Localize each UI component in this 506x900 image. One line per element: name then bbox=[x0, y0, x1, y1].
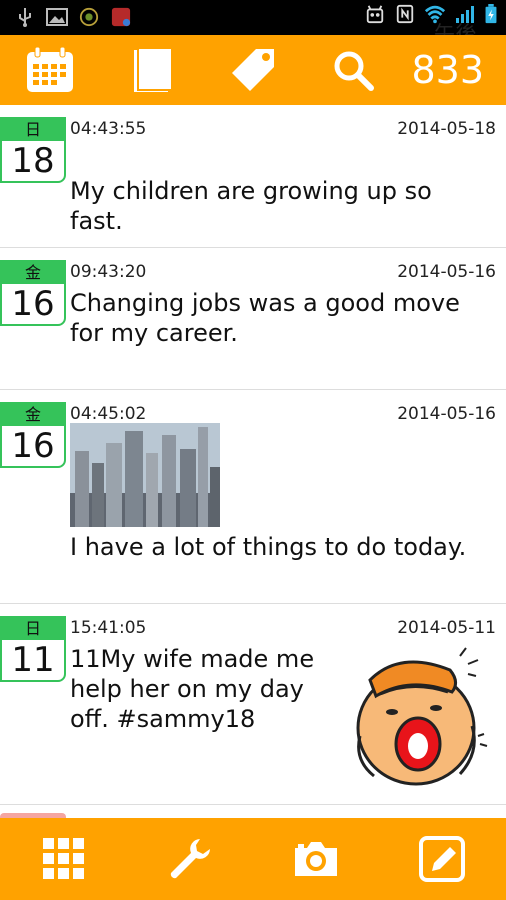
entry-text: 11My wife made me help her on my day off… bbox=[70, 645, 315, 733]
camera-button[interactable] bbox=[266, 818, 366, 900]
entry-time: 15:41:05 bbox=[70, 618, 147, 638]
nfc-icon bbox=[396, 4, 414, 24]
entry-date: 2014-05-11 bbox=[397, 618, 496, 638]
entry-count[interactable]: 833 bbox=[411, 48, 484, 92]
book-icon bbox=[134, 47, 173, 92]
calendar-button[interactable] bbox=[10, 35, 90, 105]
new-entry-button[interactable] bbox=[392, 818, 492, 900]
entry-time: 04:45:02 bbox=[70, 404, 147, 424]
city-photo[interactable] bbox=[70, 423, 220, 527]
grid-button[interactable] bbox=[14, 818, 114, 900]
top-toolbar: 833 bbox=[0, 35, 506, 105]
camera-icon bbox=[295, 842, 337, 876]
entry-text: I have a lot of things to do today. bbox=[70, 533, 467, 561]
weekday-label: 金 bbox=[2, 262, 64, 284]
entry-time: 04:43:55 bbox=[70, 119, 147, 139]
bottom-toolbar bbox=[0, 818, 506, 900]
list-item[interactable]: 日 11 15:41:05 2014-05-11 11My wife made … bbox=[0, 604, 506, 805]
entry-date: 2014-05-16 bbox=[397, 262, 496, 282]
entry-date: 2014-05-18 bbox=[397, 119, 496, 139]
entry-list[interactable]: 日 18 04:43:55 2014-05-18 My children are… bbox=[0, 105, 506, 818]
hamster-sticker[interactable] bbox=[340, 640, 492, 790]
date-badge: 金 16 bbox=[0, 402, 66, 468]
list-item[interactable]: 日 18 04:43:55 2014-05-18 My children are… bbox=[0, 105, 506, 248]
day-number: 16 bbox=[11, 284, 55, 324]
edit-icon bbox=[419, 836, 465, 882]
wrench-icon bbox=[170, 839, 210, 879]
list-item[interactable]: 金 16 09:43:20 2014-05-16 Changing jobs w… bbox=[0, 248, 506, 390]
tag-icon bbox=[232, 49, 274, 91]
day-number: 11 bbox=[11, 640, 55, 680]
grid-icon bbox=[43, 838, 84, 879]
entry-date: 2014-05-16 bbox=[397, 404, 496, 424]
calendar-icon bbox=[27, 46, 73, 92]
date-badge: 日 11 bbox=[0, 616, 66, 682]
weekday-label: 日 bbox=[2, 618, 64, 640]
date-badge: 金 16 bbox=[0, 260, 66, 326]
settings-button[interactable] bbox=[140, 818, 240, 900]
date-badge: 日 18 bbox=[0, 117, 66, 183]
search-button[interactable] bbox=[313, 35, 393, 105]
weekday-label: 金 bbox=[2, 404, 64, 426]
weekday-label: 日 bbox=[2, 119, 64, 141]
search-icon bbox=[334, 51, 374, 91]
status-bar: 午後8:11 bbox=[0, 0, 506, 72]
book-button[interactable] bbox=[112, 35, 192, 105]
day-number: 16 bbox=[11, 426, 55, 466]
day-number: 18 bbox=[11, 141, 55, 181]
usb-icon bbox=[19, 8, 31, 27]
robot-icon bbox=[366, 5, 384, 24]
gear-badge-icon bbox=[79, 7, 99, 27]
tag-button[interactable] bbox=[213, 35, 293, 105]
entry-text: Changing jobs was a good move for my car… bbox=[70, 289, 460, 347]
app-notification-icon bbox=[111, 7, 131, 27]
entry-text: My children are growing up so fast. bbox=[70, 177, 432, 235]
list-item[interactable]: 金 16 04:45:02 2014-05-16 I have a lot of… bbox=[0, 390, 506, 604]
image-icon bbox=[46, 8, 68, 26]
entry-time: 09:43:20 bbox=[70, 262, 147, 282]
